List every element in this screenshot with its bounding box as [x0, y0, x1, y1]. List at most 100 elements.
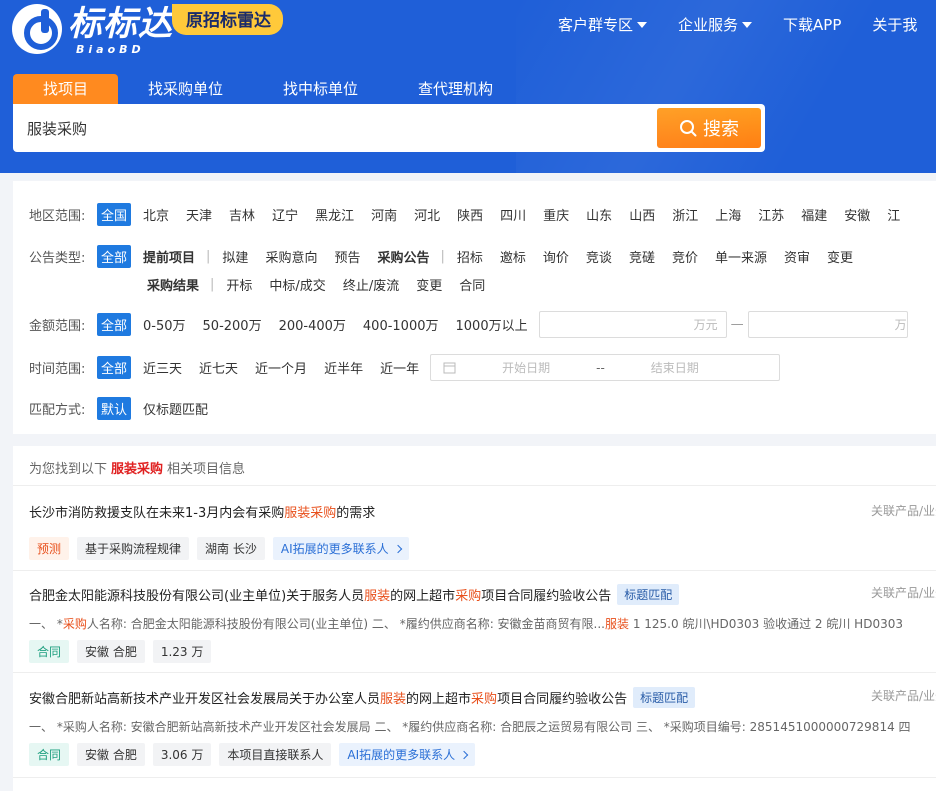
contract-tag: 合同 — [29, 743, 70, 766]
time-option[interactable]: 近半年 — [324, 358, 363, 377]
time-option[interactable]: 近一个月 — [255, 358, 307, 377]
amount-option[interactable]: 全部 — [97, 313, 132, 336]
result-title[interactable]: 安徽合肥新站高新技术产业开发区社会发展局关于办公室人员 服装 的网上超市 采购 项目合同… — [29, 687, 936, 708]
chevron-right-icon — [459, 750, 469, 759]
region-option[interactable]: 浙江 — [672, 205, 698, 224]
region-option[interactable]: 陕西 — [457, 205, 483, 224]
amount-option[interactable]: 50-200万 — [203, 315, 262, 334]
search-box: 搜索 — [13, 104, 765, 152]
search-button[interactable]: 搜索 — [657, 108, 761, 148]
region-option[interactable]: 吉林 — [229, 205, 255, 224]
time-option[interactable]: 近七天 — [199, 358, 238, 377]
result-item[interactable]: 安徽合肥新站高新技术产业开发区社会发展局关于办公室人员 服装 的网上超市 采购 项目合同… — [29, 687, 936, 766]
time-option[interactable]: 全部 — [97, 356, 132, 379]
match-option[interactable]: 仅标题匹配 — [143, 399, 208, 418]
result-title[interactable]: 合肥金太阳能源科技股份有限公司(业主单位)关于服务人员 服装 的网上超市 采购 项目合同… — [29, 584, 936, 605]
notice-option[interactable]: 预告 — [334, 247, 360, 266]
region-option[interactable]: 山东 — [586, 205, 612, 224]
ai-contacts-link[interactable]: AI拓展的更多联系人 — [272, 537, 409, 560]
region-option[interactable]: 江 — [887, 205, 900, 224]
start-date: 开始日期 — [502, 361, 551, 375]
notice-option[interactable]: 开标 — [226, 275, 252, 294]
notice-option[interactable]: 变更 — [827, 247, 853, 266]
nav-customer-group[interactable]: 客户群专区 — [558, 14, 648, 35]
notice-option[interactable]: 邀标 — [500, 247, 526, 266]
basis-tag: 基于采购流程规律 — [77, 537, 190, 560]
region-tag: 湖南 长沙 — [197, 537, 265, 560]
nav-enterprise-service[interactable]: 企业服务 — [678, 14, 753, 35]
direct-contact-link[interactable]: 本项目直接联系人 — [219, 743, 332, 766]
amount-option[interactable]: 0-50万 — [143, 315, 186, 334]
related-products-link[interactable]: 关联产品/业务话 — [871, 502, 936, 519]
region-option[interactable]: 全国 — [97, 203, 132, 226]
region-option[interactable]: 重庆 — [543, 205, 569, 224]
related-products-link[interactable]: 关联产品/业务话 — [871, 584, 936, 601]
result-item[interactable]: 合肥金太阳能源科技股份有限公司(业主单位)关于服务人员 服装 的网上超市 采购 项目合同… — [29, 584, 936, 663]
notice-option[interactable]: 采购意向 — [265, 247, 317, 266]
time-option[interactable]: 近三天 — [143, 358, 182, 377]
region-option[interactable]: 江苏 — [758, 205, 784, 224]
region-option[interactable]: 安徽 — [844, 205, 870, 224]
results-summary: 为您找到以下 服装采购 相关项目信息 — [29, 462, 246, 477]
ai-contacts-link[interactable]: AI拓展的更多联系人 — [339, 743, 476, 766]
match-option[interactable]: 默认 — [97, 397, 132, 420]
notice-option[interactable]: 变更 — [416, 275, 442, 294]
region-option[interactable]: 河南 — [371, 205, 397, 224]
notice-option[interactable]: 竞价 — [672, 247, 698, 266]
search-tabs: 找项目 找采购单位 找中标单位 查代理机构 — [13, 74, 523, 104]
title-match-badge: 标题匹配 — [617, 584, 680, 605]
notice-option[interactable]: 询价 — [543, 247, 569, 266]
tab-find-winner[interactable]: 找中标单位 — [253, 74, 388, 104]
region-filter: 地区范围: 全国 北京 天津 吉林 辽宁 黑龙江 河南 河北 陕西 四川 重庆 … — [29, 203, 917, 226]
region-option[interactable]: 天津 — [186, 205, 212, 224]
nav-download-app[interactable]: 下载APP — [783, 14, 841, 35]
notice-option[interactable]: 招标 — [457, 247, 483, 266]
result-title[interactable]: 长沙市消防救援支队在未来1-3月内会有采购 服装采购 的需求 — [29, 502, 936, 521]
region-option[interactable]: 福建 — [801, 205, 827, 224]
related-products-link[interactable]: 关联产品/业务话 — [871, 687, 936, 704]
notice-option[interactable]: 终止/废流 — [343, 275, 399, 294]
region-option[interactable]: 上海 — [715, 205, 741, 224]
amount-min-input[interactable]: 万元 — [538, 311, 727, 338]
amount-option[interactable]: 400-1000万 — [363, 315, 439, 334]
notice-option[interactable]: 采购公告 — [377, 247, 429, 266]
search-input[interactable] — [27, 104, 647, 152]
region-option[interactable]: 河北 — [414, 205, 440, 224]
region-tag: 安徽 合肥 — [77, 743, 145, 766]
notice-option[interactable]: 合同 — [459, 275, 485, 294]
amount-option[interactable]: 200-400万 — [279, 315, 346, 334]
filter-panel: 地区范围: 全国 北京 天津 吉林 辽宁 黑龙江 河南 河北 陕西 四川 重庆 … — [13, 181, 936, 434]
region-option[interactable]: 北京 — [143, 205, 169, 224]
tab-find-buyer[interactable]: 找采购单位 — [118, 74, 253, 104]
notice-option[interactable]: 单一来源 — [715, 247, 767, 266]
notice-option[interactable]: 提前项目 — [143, 247, 195, 266]
region-option[interactable]: 四川 — [500, 205, 526, 224]
notice-option[interactable]: 竞谈 — [586, 247, 612, 266]
tab-find-agency[interactable]: 查代理机构 — [388, 74, 523, 104]
notice-option[interactable]: 中标/成交 — [269, 275, 325, 294]
date-range-picker[interactable]: 开始日期 -- 结束日期 — [430, 354, 781, 381]
logo[interactable]: 标标达 BiaoBD 原招标雷达 — [12, 4, 283, 56]
region-option[interactable]: 山西 — [629, 205, 655, 224]
nav-about[interactable]: 关于我 — [872, 14, 917, 35]
amount-max-input[interactable]: 万 — [747, 311, 908, 338]
results-panel: 为您找到以下 服装采购 相关项目信息 长沙市消防救援支队在未来1-3月内会有采购 服装… — [13, 446, 936, 791]
title-match-badge: 标题匹配 — [633, 687, 696, 708]
forecast-tag: 预测 — [29, 537, 70, 560]
notice-option[interactable]: 资审 — [784, 247, 810, 266]
region-option[interactable]: 辽宁 — [272, 205, 298, 224]
notice-option-all[interactable]: 全部 — [97, 245, 132, 268]
amount-option[interactable]: 1000万以上 — [456, 315, 528, 334]
result-item[interactable]: 长沙市消防救援支队在未来1-3月内会有采购服装采购的需求 关联产品/业务话 预测… — [29, 502, 936, 560]
logo-icon — [12, 4, 62, 54]
time-filter: 时间范围: 全部 近三天 近七天 近一个月 近半年 近一年 开始日期 -- 结束… — [29, 354, 781, 381]
tab-find-project[interactable]: 找项目 — [13, 74, 119, 104]
notice-option[interactable]: 竞磋 — [629, 247, 655, 266]
amount-tag: 1.23 万 — [152, 640, 212, 663]
notice-option[interactable]: 拟建 — [222, 247, 248, 266]
time-option[interactable]: 近一年 — [380, 358, 419, 377]
brand-en: BiaoBD — [76, 43, 145, 56]
notice-option[interactable]: 采购结果 — [147, 275, 199, 294]
caret-down-icon — [637, 21, 648, 28]
region-option[interactable]: 黑龙江 — [315, 205, 354, 224]
